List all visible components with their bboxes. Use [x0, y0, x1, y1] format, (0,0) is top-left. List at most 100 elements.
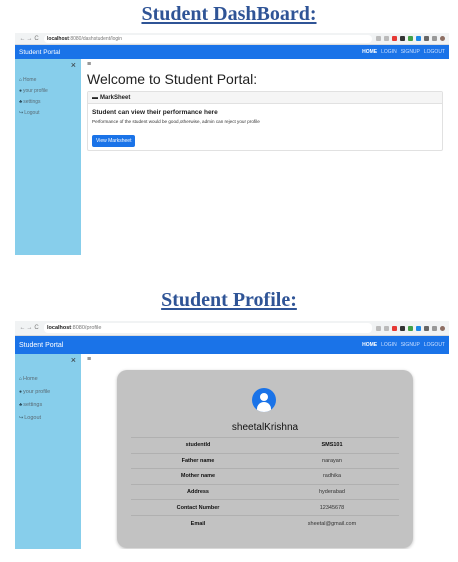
nav-login[interactable]: LOGIN — [381, 342, 397, 348]
menu-icon[interactable]: ≡ — [87, 356, 443, 364]
nav-logout[interactable]: LOGOUT — [424, 342, 445, 348]
card-text: Performance of the student would be good… — [92, 119, 260, 124]
profile-icon: ● — [19, 88, 23, 94]
user-avatar-icon — [252, 388, 276, 412]
ext-dark-icon[interactable] — [400, 325, 405, 331]
sidebar-item-home[interactable]: ⌂ Home — [19, 376, 81, 382]
ext-blue-icon[interactable] — [416, 36, 421, 41]
ext-green-icon[interactable] — [408, 325, 413, 331]
row-label: Father name — [131, 452, 265, 469]
browser-toolbar: ← → C localhost:8080/profile — [15, 321, 449, 336]
address-bar[interactable]: localhost:8080/profile — [44, 323, 372, 333]
brand-title[interactable]: Student Portal — [19, 342, 63, 349]
star-icon[interactable] — [384, 36, 389, 41]
address-bar[interactable]: localhost:8080/dashstudent/login — [44, 34, 372, 43]
sidebar-icon[interactable] — [432, 36, 437, 41]
home-icon: ⌂ — [19, 376, 23, 382]
marksheet-card: ▬ MarkSheet Student can view their perfo… — [87, 91, 443, 151]
nav-signup[interactable]: SIGNUP — [401, 342, 420, 348]
forward-icon[interactable]: → — [26, 325, 33, 331]
nav-signup[interactable]: SIGNUP — [401, 49, 420, 55]
row-value: hyderabad — [265, 483, 399, 500]
avatar-icon[interactable] — [440, 325, 445, 331]
sidebar-item-label: your profile — [23, 88, 48, 94]
logout-icon: ↪ — [19, 415, 24, 421]
ext-red-icon[interactable] — [392, 325, 397, 331]
ext-dark-icon[interactable] — [400, 36, 405, 41]
page-title: Welcome to Student Portal: — [87, 71, 258, 87]
sidebar-item-label: Home — [23, 376, 38, 382]
dashboard-heading: Student DashBoard: — [141, 3, 317, 25]
card-header: ▬ MarkSheet — [88, 92, 442, 104]
profile-icon: ● — [19, 389, 23, 395]
sidebar-item-logout[interactable]: ↪ Logout — [19, 415, 81, 421]
view-marksheet-button[interactable]: View Marksheet — [92, 135, 136, 147]
profile-card: sheetalKrishna studentId SMS101 Father n… — [117, 370, 413, 548]
table-row: Father name narayan — [131, 452, 399, 469]
puzzle-icon[interactable] — [424, 325, 429, 331]
profile-screenshot: ← → C localhost:8080/profile Student Por… — [15, 321, 449, 549]
close-icon[interactable]: × — [71, 355, 76, 365]
nav-home[interactable]: HOME — [362, 49, 377, 55]
row-label: studentId — [131, 437, 265, 454]
url-host: localhost — [47, 325, 72, 331]
sidebar-item-settings[interactable]: ♣ settings — [19, 99, 81, 105]
profile-table: studentId SMS101 Father name narayan Mot… — [131, 437, 399, 532]
back-icon[interactable]: ← — [19, 325, 26, 331]
sidebar-item-profile[interactable]: ● your profile — [19, 88, 81, 94]
back-icon[interactable]: ← — [19, 36, 26, 42]
share-icon[interactable] — [376, 36, 381, 41]
main-content: ≡ sheetalKrishna studentId SMS101 Father… — [81, 354, 449, 549]
row-value: SMS101 — [265, 437, 399, 454]
profile-name: sheetalKrishna — [231, 422, 299, 433]
close-icon[interactable]: × — [71, 60, 76, 70]
sidebar-item-label: Logout — [24, 110, 40, 116]
app-navbar: Student Portal HOME LOGIN SIGNUP LOGOUT — [15, 336, 449, 354]
app-navbar: Student Portal HOME LOGIN SIGNUP LOGOUT — [15, 45, 449, 59]
browser-toolbar: ← → C localhost:8080/dashstudent/login — [15, 33, 449, 45]
sidebar-item-label: settings — [23, 402, 43, 408]
share-icon[interactable] — [376, 325, 381, 331]
star-icon[interactable] — [384, 325, 389, 331]
sidebar-item-logout[interactable]: ↪ Logout — [19, 110, 81, 116]
table-row: Contact Number 12345678 — [131, 499, 399, 516]
menu-icon[interactable]: ≡ — [87, 61, 443, 69]
reload-icon[interactable]: C — [33, 36, 40, 42]
row-label: Contact Number — [131, 499, 265, 516]
sidebar-item-profile[interactable]: ● your profile — [19, 389, 81, 395]
forward-icon[interactable]: → — [26, 36, 33, 42]
url-path: :8080/profile — [71, 325, 102, 331]
row-value: narayan — [265, 452, 399, 469]
sidebar-item-label: settings — [23, 99, 41, 105]
extension-icons — [376, 36, 445, 41]
row-label: Email — [131, 514, 265, 532]
sidebar-item-label: Home — [23, 77, 37, 83]
reload-icon[interactable]: C — [33, 325, 40, 331]
table-row: Email sheetal@gmail.com — [131, 514, 399, 532]
row-label: Address — [131, 483, 265, 500]
nav-login[interactable]: LOGIN — [381, 49, 397, 55]
sidebar: × ⌂ Home ● your profile ♣ settings ↪ Logout — [15, 354, 81, 549]
ext-blue-icon[interactable] — [416, 325, 421, 331]
marksheet-icon: ▬ — [92, 94, 98, 101]
row-label: Mother name — [131, 468, 265, 485]
sidebar-item-label: your profile — [23, 389, 51, 395]
ext-red-icon[interactable] — [392, 36, 397, 41]
ext-green-icon[interactable] — [408, 36, 413, 41]
sidebar-item-home[interactable]: ⌂ Home — [19, 77, 81, 83]
sidebar: × ⌂ Home ● your profile ♣ settings ↪ Logout — [15, 59, 81, 255]
nav-home[interactable]: HOME — [362, 342, 377, 348]
row-value: sheetal@gmail.com — [265, 514, 399, 532]
row-value: radhika — [265, 468, 399, 485]
card-header-label: MarkSheet — [100, 94, 131, 101]
sidebar-icon[interactable] — [432, 325, 437, 331]
avatar-icon[interactable] — [440, 36, 445, 41]
dashboard-screenshot: ← → C localhost:8080/dashstudent/login S… — [15, 33, 449, 255]
table-row: studentId SMS101 — [131, 437, 399, 454]
sidebar-item-settings[interactable]: ♣ settings — [19, 402, 81, 408]
brand-title[interactable]: Student Portal — [19, 49, 60, 56]
puzzle-icon[interactable] — [424, 36, 429, 41]
nav-logout[interactable]: LOGOUT — [424, 49, 445, 55]
card-title: Student can view their performance here — [92, 109, 218, 116]
url-host: localhost — [47, 35, 69, 42]
